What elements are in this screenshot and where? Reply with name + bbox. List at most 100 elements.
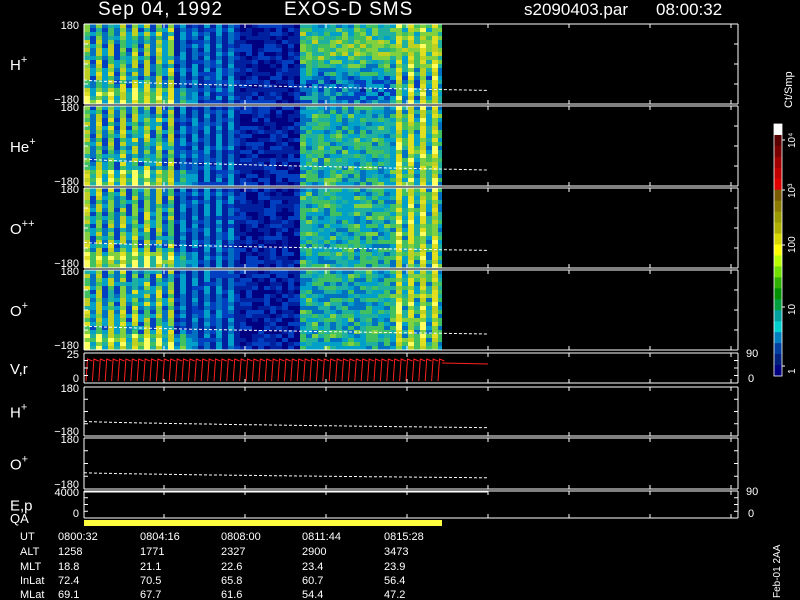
spectrogram-cell: [144, 256, 150, 260]
spectrogram-cell: [144, 44, 150, 48]
spectrogram-cell: [318, 302, 324, 306]
spectrogram-cell: [198, 28, 204, 32]
spectrogram-cell: [198, 200, 204, 204]
spectrogram-cell: [162, 138, 168, 142]
spectrogram-cell: [120, 274, 126, 278]
spectrogram-cell: [366, 134, 372, 138]
spectrogram-cell: [354, 192, 360, 196]
spectrogram-cell: [246, 188, 252, 192]
spectrogram-cell: [222, 274, 228, 278]
spectrogram-cell: [330, 48, 336, 52]
spectrogram-cell: [144, 232, 150, 236]
spectrogram-cell: [426, 298, 432, 302]
spectrogram-cell: [120, 318, 126, 322]
spectrogram-cell: [306, 204, 312, 208]
spectrogram-cell: [366, 150, 372, 154]
spectrogram-cell: [330, 134, 336, 138]
spectrogram-cell: [282, 130, 288, 134]
spectrogram-cell: [270, 204, 276, 208]
spectrogram-cell: [432, 110, 438, 114]
spectrogram-cell: [342, 192, 348, 196]
spectrogram-cell: [180, 24, 186, 28]
spectrogram-cell: [306, 252, 312, 256]
spectrogram-cell: [432, 204, 438, 208]
spectrogram-cell: [324, 334, 330, 338]
spectrogram-cell: [204, 232, 210, 236]
spectrogram-cell: [426, 174, 432, 178]
spectrogram-cell: [240, 322, 246, 326]
spectrogram-cell: [114, 122, 120, 126]
spectrogram-cell: [126, 314, 132, 318]
spectrogram-cell: [390, 36, 396, 40]
spectrogram-cell: [186, 260, 192, 264]
spectrogram-cell: [348, 224, 354, 228]
spectrogram-cell: [372, 142, 378, 146]
spectrogram-cell: [138, 314, 144, 318]
spectrogram-cell: [390, 32, 396, 36]
spectrogram-cell: [132, 200, 138, 204]
spectrogram-cell: [318, 326, 324, 330]
spectrogram-cell: [174, 314, 180, 318]
spectrogram-cell: [168, 114, 174, 118]
spectrogram-cell: [264, 216, 270, 220]
spectrogram-cell: [240, 306, 246, 310]
spectrogram-cell: [162, 294, 168, 298]
spectrogram-cell: [348, 24, 354, 28]
spectrogram-cell: [414, 146, 420, 150]
spectrogram-cell: [96, 216, 102, 220]
spectrogram-cell: [270, 52, 276, 56]
spectrogram-cell: [390, 318, 396, 322]
spectrogram-cell: [180, 178, 186, 182]
spectrogram-cell: [198, 294, 204, 298]
spectrogram-cell: [318, 236, 324, 240]
spectrogram-cell: [300, 282, 306, 286]
spectrogram-cell: [372, 56, 378, 60]
spectrogram-cell: [216, 188, 222, 192]
spectrogram-cell: [132, 52, 138, 56]
spectrogram-cell: [294, 126, 300, 130]
spectrogram-cell: [276, 224, 282, 228]
spectrogram-cell: [342, 40, 348, 44]
spectrogram-cell: [342, 158, 348, 162]
spectrogram-cell: [228, 192, 234, 196]
spectrogram-cell: [246, 256, 252, 260]
spectrogram-cell: [114, 114, 120, 118]
spectrogram-cell: [186, 24, 192, 28]
spectrogram-cell: [318, 314, 324, 318]
spectrogram-cell: [180, 322, 186, 326]
spectrogram-cell: [198, 146, 204, 150]
spectrogram-cell: [216, 216, 222, 220]
spectrogram-cell: [180, 208, 186, 212]
spectrogram-cell: [408, 92, 414, 96]
spectrogram-cell: [414, 314, 420, 318]
spectrogram-cell: [438, 264, 442, 268]
spectrogram-cell: [210, 158, 216, 162]
spectrogram-cell: [276, 56, 282, 60]
spectrogram-cell: [144, 338, 150, 342]
spectrogram-cell: [270, 208, 276, 212]
spectrogram-cell: [234, 170, 240, 174]
spectrogram-cell: [312, 346, 318, 350]
spectrogram-cell: [288, 216, 294, 220]
spectrogram-cell: [264, 100, 270, 104]
spectrogram-cell: [348, 118, 354, 122]
spectrogram-cell: [372, 314, 378, 318]
spectrogram-cell: [312, 240, 318, 244]
spectrogram-cell: [240, 174, 246, 178]
spectrogram-cell: [138, 100, 144, 104]
spectrogram-cell: [420, 118, 426, 122]
spectrogram-cell: [204, 346, 210, 350]
spectrogram-cell: [174, 290, 180, 294]
spectrogram-cell: [228, 346, 234, 350]
spectrogram-cell: [90, 114, 96, 118]
spectrogram-cell: [126, 174, 132, 178]
spectrogram-cell: [240, 200, 246, 204]
spectrogram-cell: [120, 48, 126, 52]
spectrogram-cell: [282, 24, 288, 28]
spectrogram-cell: [174, 150, 180, 154]
spectrogram-cell: [210, 330, 216, 334]
spectrogram-cell: [336, 32, 342, 36]
spectrogram-cell: [384, 236, 390, 240]
spectrogram-cell: [84, 298, 90, 302]
spectrogram-cell: [282, 252, 288, 256]
